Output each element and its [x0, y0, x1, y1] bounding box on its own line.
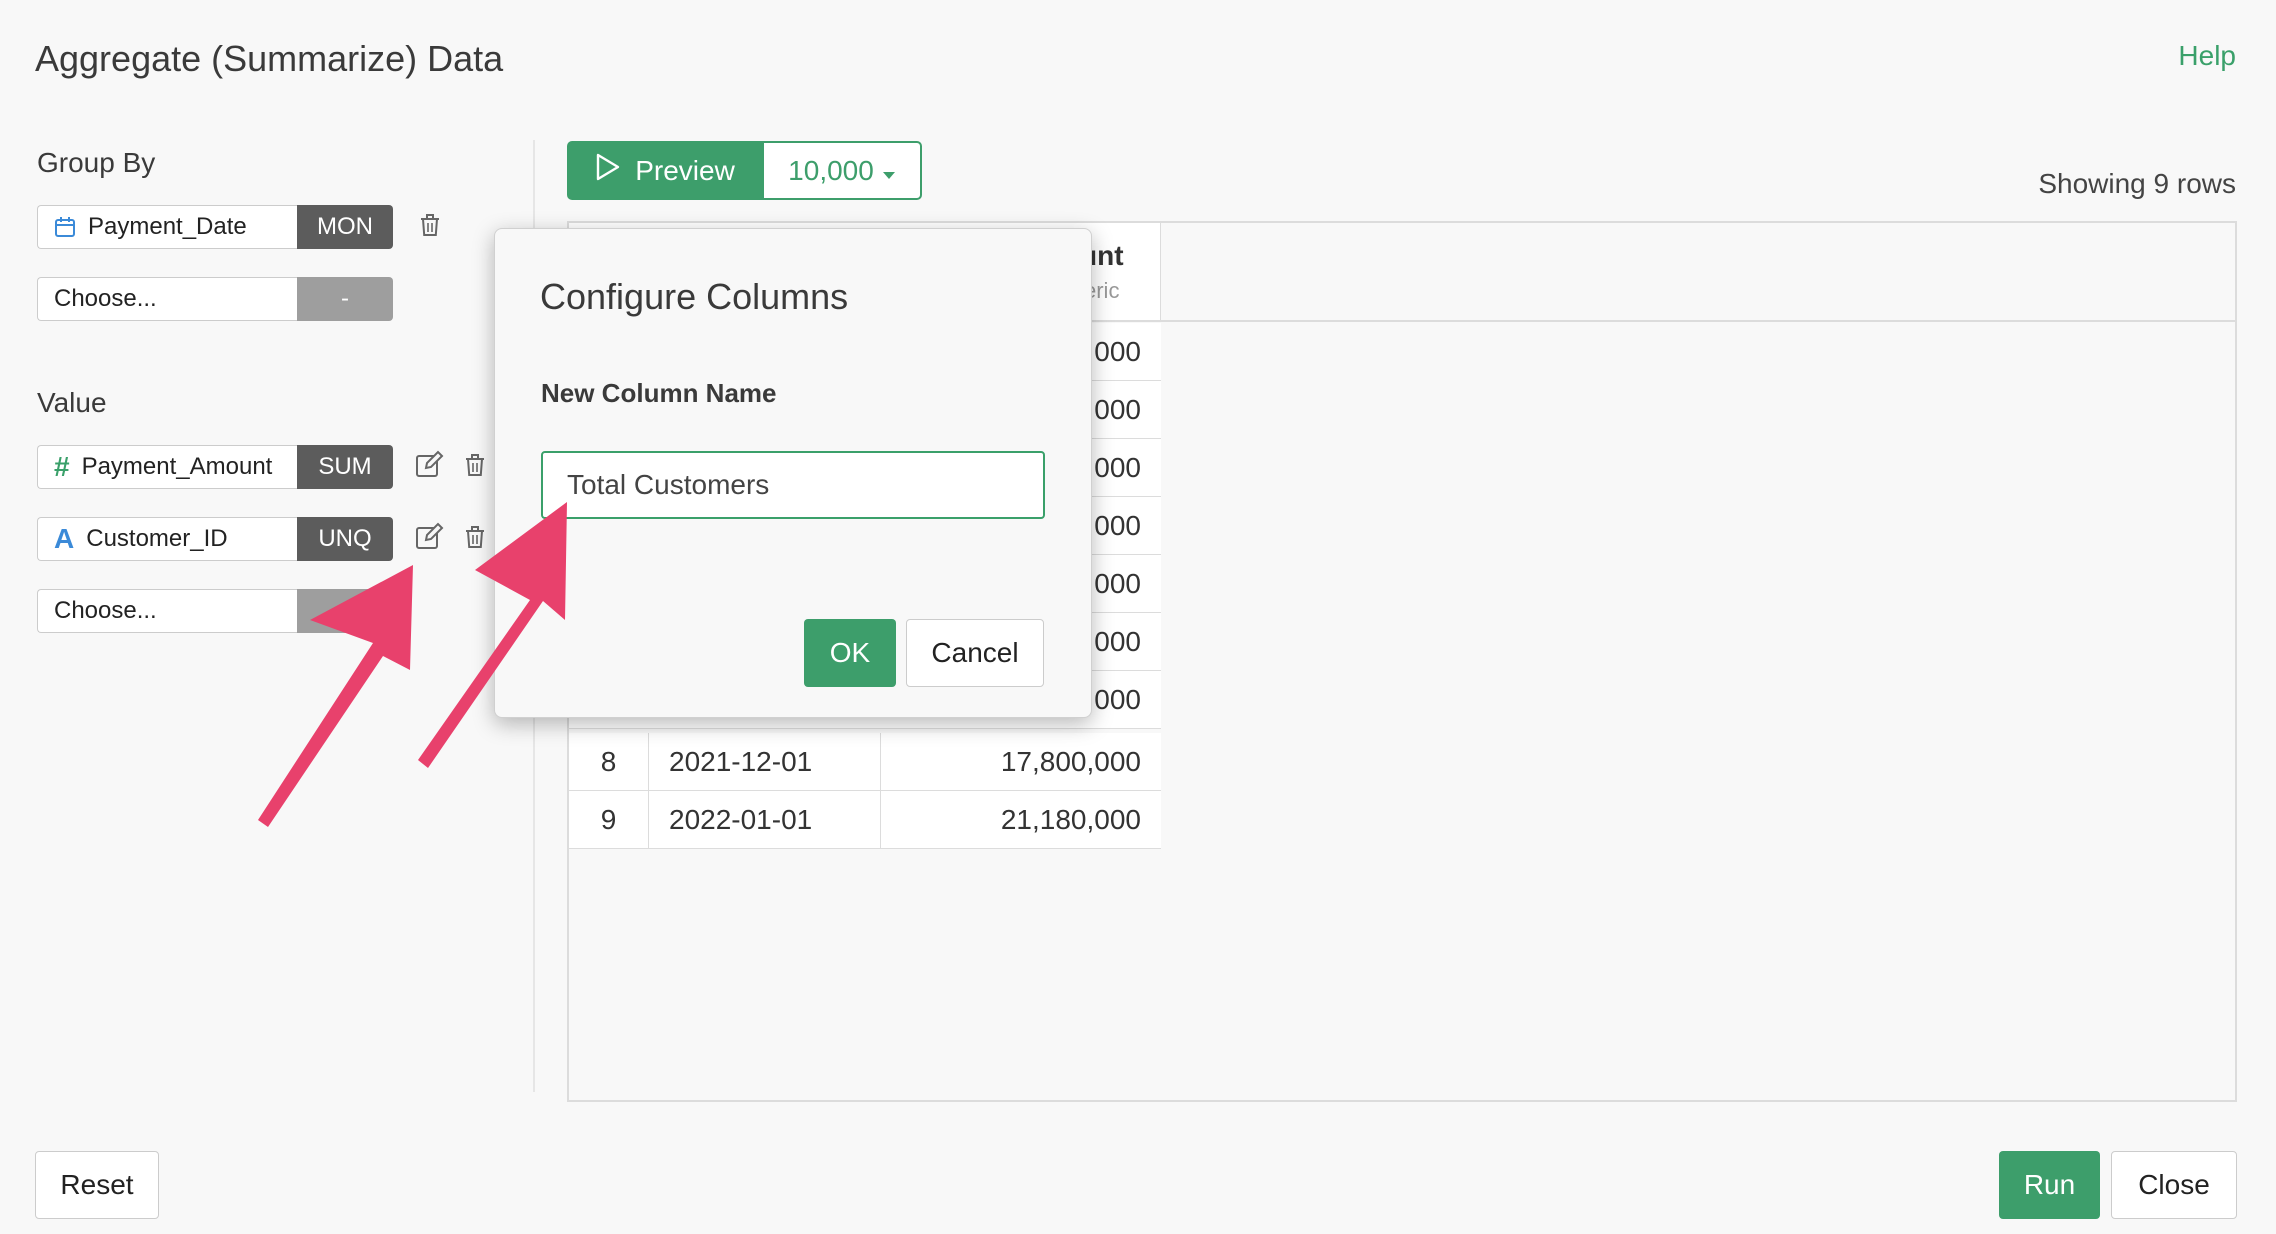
new-column-name-input[interactable]: [541, 451, 1045, 519]
group-by-label: Group By: [37, 147, 156, 178]
trash-icon[interactable]: [415, 210, 445, 240]
value-row: # Payment_Amount SUM: [37, 445, 393, 489]
hash-icon: #: [54, 451, 70, 482]
row-count-text: Showing 9 rows: [2038, 168, 2236, 199]
value-row: A Customer_ID UNQ: [37, 517, 393, 561]
group-by-choose-select[interactable]: Choose...: [37, 277, 297, 321]
text-type-icon: A: [54, 523, 75, 554]
value-agg-empty[interactable]: [297, 589, 393, 633]
table-row: 9 2022-01-01 21,180,000: [569, 791, 1161, 849]
trash-icon[interactable]: [460, 450, 490, 480]
reset-button[interactable]: Reset: [35, 1151, 159, 1219]
cell-amount: 17,800,000: [1000, 746, 1141, 777]
trash-icon[interactable]: [460, 522, 490, 552]
value-label: Value: [37, 387, 107, 418]
group-by-row-empty: Choose... -: [37, 277, 393, 321]
close-button[interactable]: Close: [2111, 1151, 2237, 1219]
caret-down-icon: [882, 155, 896, 187]
value-agg-select[interactable]: SUM: [297, 445, 393, 489]
row-number: 8: [569, 733, 649, 791]
modal-title: Configure Columns: [540, 276, 849, 317]
value-field-select[interactable]: # Payment_Amount: [37, 445, 297, 489]
value-field-label: Customer_ID: [86, 525, 228, 552]
choose-placeholder: Choose...: [54, 285, 157, 312]
cell-date: 2021-12-01: [649, 733, 881, 791]
value-choose-select[interactable]: Choose...: [37, 589, 297, 633]
value-field-select[interactable]: A Customer_ID: [37, 517, 297, 561]
choose-placeholder: Choose...: [54, 597, 157, 624]
edit-icon[interactable]: [414, 522, 444, 552]
run-button[interactable]: Run: [1999, 1151, 2100, 1219]
table-row: 8 2021-12-01 17,800,000: [569, 733, 1161, 791]
cell-amount: 21,180,000: [1000, 804, 1141, 835]
preview-rows-dropdown[interactable]: 10,000: [762, 141, 922, 200]
new-column-name-label: New Column Name: [541, 378, 777, 408]
group-by-field-select[interactable]: Payment_Date: [37, 205, 297, 249]
help-link[interactable]: Help: [2178, 40, 2236, 72]
preview-label: Preview: [635, 154, 735, 186]
cell-date: 2022-01-01: [649, 791, 881, 849]
group-by-field-label: Payment_Date: [88, 213, 247, 240]
row-number: 9: [569, 791, 649, 849]
group-by-row: Payment_Date MON: [37, 205, 393, 249]
cancel-button[interactable]: Cancel: [906, 619, 1044, 687]
play-icon: [595, 153, 621, 188]
value-field-label: Payment_Amount: [81, 453, 273, 480]
value-agg-select[interactable]: UNQ: [297, 517, 393, 561]
edit-icon[interactable]: [414, 450, 444, 480]
value-row-empty: Choose...: [37, 589, 393, 633]
calendar-icon: [54, 216, 76, 238]
preview-rows-value: 10,000: [788, 154, 874, 186]
ok-button[interactable]: OK: [804, 619, 896, 687]
group-by-agg-select[interactable]: MON: [297, 205, 393, 249]
preview-button[interactable]: Preview: [567, 141, 763, 200]
dialog-title: Aggregate (Summarize) Data: [35, 38, 504, 79]
group-by-agg-empty[interactable]: -: [297, 277, 393, 321]
